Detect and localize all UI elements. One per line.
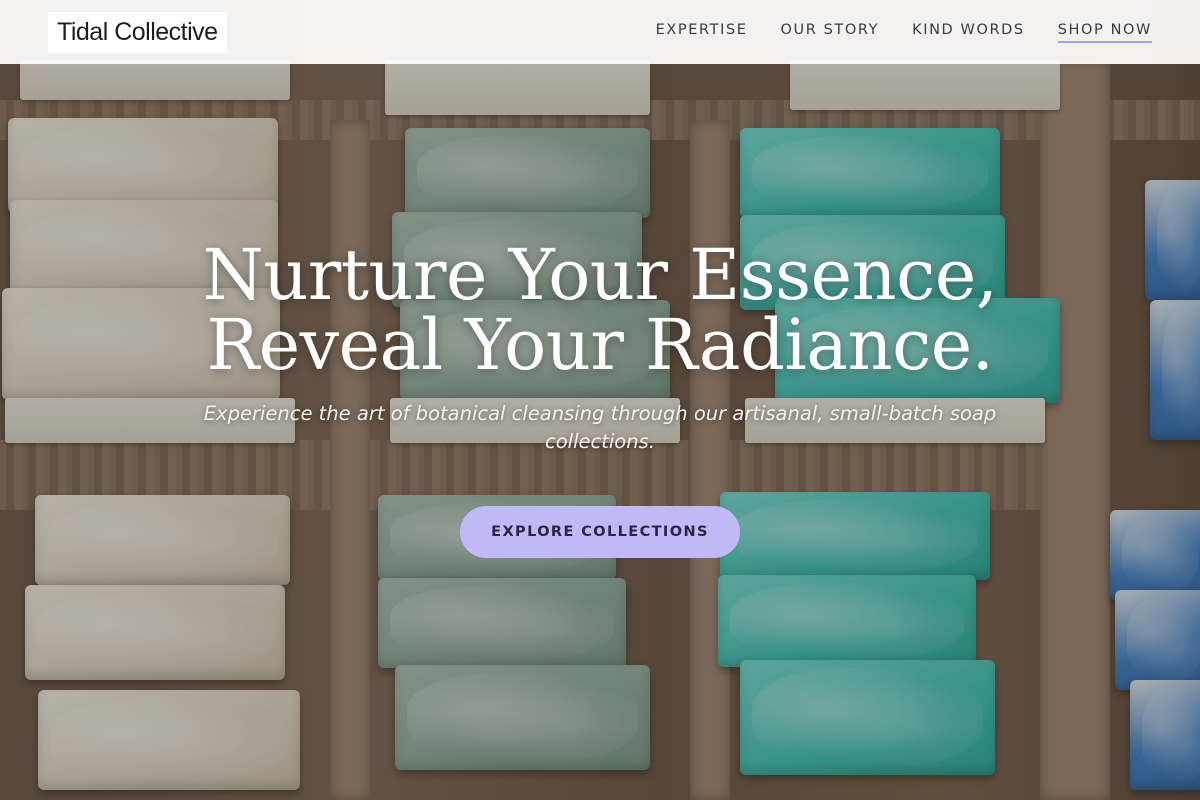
- brand-logo[interactable]: Tidal Collective: [48, 11, 227, 53]
- nav-link-our-story[interactable]: OUR STORY: [781, 22, 880, 43]
- hero-content: Nurture Your Essence, Reveal Your Radian…: [0, 240, 1200, 456]
- nav-link-kind-words[interactable]: KIND WORDS: [912, 22, 1025, 43]
- explore-collections-button[interactable]: EXPLORE COLLECTIONS: [460, 506, 740, 558]
- nav-link-expertise[interactable]: EXPERTISE: [656, 22, 748, 43]
- main-nav: EXPERTISE OUR STORY KIND WORDS SHOP NOW: [656, 22, 1152, 43]
- hero-headline: Nurture Your Essence, Reveal Your Radian…: [0, 240, 1200, 380]
- hero-headline-line-2: Reveal Your Radiance.: [206, 304, 994, 386]
- site-header: Tidal Collective EXPERTISE OUR STORY KIN…: [0, 0, 1200, 64]
- hero-subheadline: Experience the art of botanical cleansin…: [203, 402, 997, 453]
- nav-link-shop-now[interactable]: SHOP NOW: [1057, 22, 1152, 43]
